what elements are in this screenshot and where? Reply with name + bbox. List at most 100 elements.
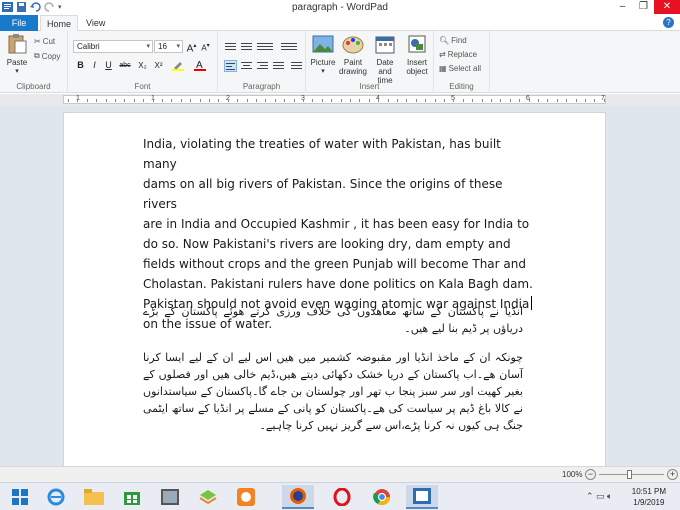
tab-home[interactable]: Home [40,15,79,32]
ruler-tick [105,99,107,102]
font-color-button[interactable]: A [191,59,209,72]
copy-button[interactable]: ⧉ Copy [34,51,60,61]
firefox-taskbar-icon[interactable] [282,485,314,509]
chrome-taskbar-icon[interactable] [366,485,398,509]
document-page[interactable]: India, violating the treaties of water w… [63,112,606,466]
replace-button[interactable]: ⇄ Replace [439,50,477,59]
text-line: are in India and Occupied Kashmir , it h… [143,217,530,231]
grow-font-button[interactable]: A▴ [185,40,198,54]
chrome-icon [373,489,391,506]
ruler-tick [256,99,257,102]
align-center-icon[interactable] [240,60,253,72]
underline-button[interactable]: U [102,59,115,72]
tab-file[interactable]: File [0,15,38,31]
ruler[interactable]: 11234567 [63,95,606,104]
paint-drawing-button[interactable]: Paint drawing [338,34,368,76]
urdu-paragraph-1[interactable]: انڈیا نے پاکستان کے ساتھ معاھدوں کی خلاف… [143,303,523,337]
ribbon: Paste ▾ ✂ Cut ⧉ Copy Clipboard Calibri ▾… [0,31,680,93]
ruler-tick [519,99,521,102]
increase-indent-icon[interactable] [240,41,253,53]
ruler-tick [284,99,286,102]
clock-date: 1/9/2019 [633,498,665,507]
justify-icon[interactable] [272,60,285,72]
app-taskbar-icon-2[interactable] [192,485,224,509]
help-icon[interactable]: ? [663,17,674,28]
close-button[interactable]: ✕ [654,0,680,14]
select-all-label: Select all [448,64,482,73]
paragraph-group: Paragraph [218,31,306,93]
align-right-icon[interactable] [256,60,269,72]
text-line: fields without crops and the green Punja… [143,257,526,271]
uc-browser-taskbar-icon[interactable] [230,485,262,509]
ruler-tick [462,99,464,102]
tab-view[interactable]: View [80,15,111,31]
start-button[interactable] [4,485,36,509]
ruler-tick [566,99,568,102]
store-taskbar-icon[interactable] [116,485,148,509]
zoom-out-button[interactable]: − [585,469,596,480]
binoculars-icon: 🔍︎ [439,36,450,45]
font-size-select[interactable]: 16 ▾ [154,40,183,53]
ruler-tick [500,99,502,102]
firefox-icon [290,488,306,504]
app-taskbar-icon-1[interactable] [154,485,186,509]
urdu-paragraph-2[interactable]: چونکہ ان کے ماخذ انڈیا اور مقبوضہ کشمیر … [143,349,523,434]
bold-button[interactable]: B [74,59,87,72]
paste-dropdown-icon[interactable]: ▾ [4,67,30,76]
internet-explorer-taskbar-icon[interactable] [40,485,72,509]
paint-drawing-label: Paint drawing [338,58,367,76]
insert-object-label: Insert object [406,58,428,76]
align-left-icon[interactable] [224,60,237,72]
ruler-tick [453,99,455,102]
insert-object-button[interactable]: Insert object [402,34,432,76]
calendar-icon [375,36,395,54]
ruler-tick [77,99,79,102]
italic-button[interactable]: I [88,59,101,72]
highlight-color-button[interactable] [169,59,187,72]
bullet-list-icon[interactable] [256,41,274,53]
ruler-tick [538,99,539,102]
file-explorer-taskbar-icon[interactable] [78,485,110,509]
picture-button[interactable]: Picture ▾ [308,34,338,76]
clock[interactable]: 10:51 PM 1/9/2019 [632,486,666,508]
find-label: Find [451,36,467,45]
picture-dropdown-icon[interactable]: ▾ [308,67,338,76]
ruler-tick [359,99,361,102]
line-spacing-icon[interactable] [280,41,298,53]
minimize-button[interactable]: – [612,0,633,14]
ruler-tick [246,99,248,102]
ruler-tick [162,99,163,102]
opera-taskbar-icon[interactable] [326,485,358,509]
ruler-tick [143,99,145,102]
font-family-select[interactable]: Calibri ▾ [73,40,153,53]
text-line: Cholastan. Pakistani rulers have done po… [143,277,533,291]
find-button[interactable]: 🔍︎ Find [439,36,467,45]
wordpad-icon [413,488,431,504]
wordpad-taskbar-icon[interactable] [406,485,438,509]
taskbar: ⌃ ▭ 🔈︎ 10:51 PM 1/9/2019 [0,482,680,510]
decrease-indent-icon[interactable] [224,41,237,53]
shrink-font-button[interactable]: A▾ [199,40,212,53]
strikethrough-button[interactable]: abc [116,59,134,72]
paragraph-settings-icon[interactable] [290,60,303,72]
cut-button[interactable]: ✂ Cut [34,37,55,46]
select-all-icon: ▦ [439,64,447,73]
ruler-tick [425,99,427,102]
ruler-tick [274,99,276,102]
ruler-tick [481,99,483,102]
date-time-button[interactable]: Date and time [370,34,400,85]
zoom-in-button[interactable]: + [667,469,678,480]
select-all-button[interactable]: ▦ Select all [439,64,481,73]
superscript-button[interactable]: X² [152,59,165,72]
paste-button[interactable]: Paste ▾ [4,34,30,76]
ruler-tick [415,99,417,102]
subscript-button[interactable]: X₂ [136,59,149,72]
ruler-tick [293,99,295,102]
chevron-down-icon: ▾ [146,43,150,50]
window-title: paragraph - WordPad [292,2,388,13]
zoom-slider-thumb[interactable] [627,470,632,479]
ruler-tick [368,99,370,102]
system-tray-icons[interactable]: ⌃ ▭ 🔈︎ [586,491,612,502]
ruler-tick [227,99,229,102]
maximize-button[interactable]: ❐ [633,0,654,14]
